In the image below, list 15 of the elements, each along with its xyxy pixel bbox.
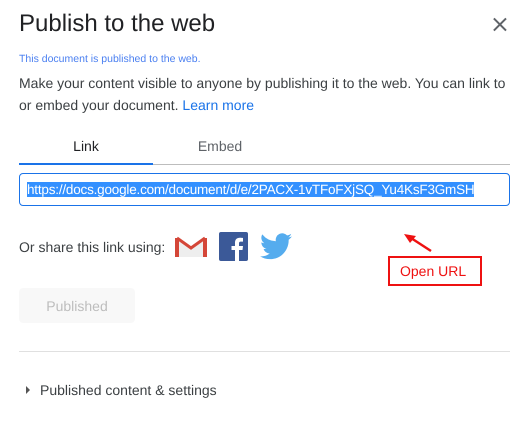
facebook-icon[interactable]: [219, 232, 248, 261]
annotation-arrow: [403, 233, 433, 253]
learn-more-link[interactable]: Learn more: [182, 97, 254, 113]
settings-expander[interactable]: Published content & settings: [40, 382, 217, 398]
status-text: This document is published to the web.: [19, 53, 202, 65]
share-label: Or share this link using:: [19, 238, 166, 254]
annotation-label: Open URL: [388, 256, 482, 286]
tab[interactable]: Link: [19, 137, 153, 165]
close-button[interactable]: ×: [490, 12, 510, 36]
tab[interactable]: Embed: [153, 137, 287, 165]
dialog-title: Publish to the web: [19, 10, 216, 38]
mail-icon[interactable]: [175, 234, 208, 258]
link-field[interactable]: https://docs.google.com/document/d/e/2PACX-1vTFoFXjSQ_Yu4KsF3GmSH: [19, 173, 510, 206]
expand-arrow-icon[interactable]: [25, 386, 31, 394]
description-text: Make your content visible to anyone by publishing it to the web. You can link to or embed your document. Learn more: [19, 74, 506, 115]
